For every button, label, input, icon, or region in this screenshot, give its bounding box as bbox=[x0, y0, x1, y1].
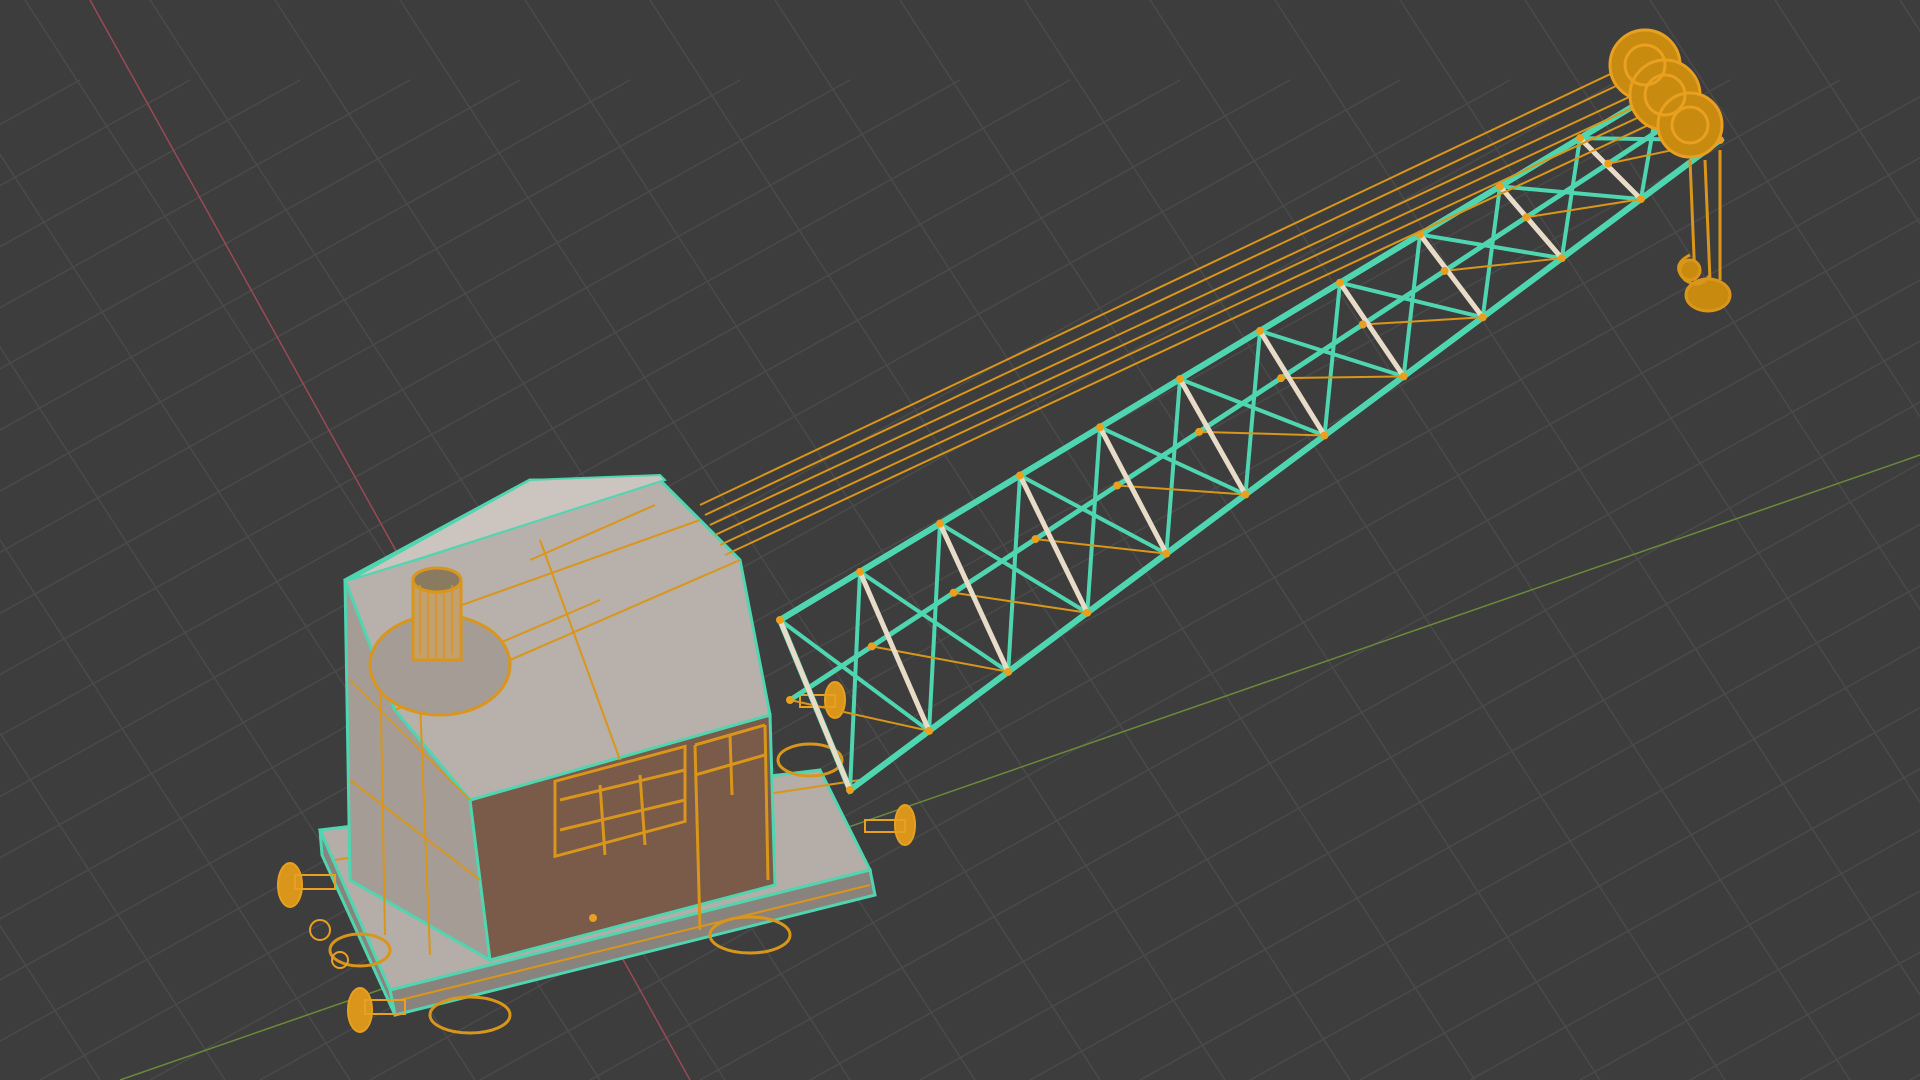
boom-diagonal bbox=[1164, 378, 1182, 554]
boom-vertex[interactable] bbox=[1004, 667, 1013, 676]
boom-vertex[interactable] bbox=[1440, 266, 1449, 275]
boom-diagonal bbox=[1243, 330, 1262, 495]
grid-line bbox=[0, 924, 101, 1080]
boom-diagonal bbox=[848, 571, 862, 791]
boom-vertex[interactable] bbox=[867, 642, 876, 651]
grid-line bbox=[1029, 584, 1920, 1080]
3d-viewport[interactable] bbox=[0, 0, 1920, 1080]
grid-line bbox=[1524, 0, 1920, 611]
boom-diagonal bbox=[1085, 427, 1102, 613]
boom-diagonal bbox=[1559, 137, 1582, 259]
boom-diagonal bbox=[1401, 234, 1422, 377]
boom-vertex[interactable] bbox=[1557, 254, 1566, 263]
boom-vertex[interactable] bbox=[1399, 372, 1408, 381]
grid-line bbox=[1899, 0, 1920, 33]
boom-vertex[interactable] bbox=[949, 588, 958, 597]
boom-vertex[interactable] bbox=[1176, 375, 1184, 384]
grid-line bbox=[1799, 1012, 1920, 1080]
boom-vertex[interactable] bbox=[1320, 431, 1329, 440]
boom-vertex[interactable] bbox=[1162, 549, 1171, 558]
grid-line bbox=[0, 79, 81, 126]
grid-line bbox=[0, 538, 351, 1080]
boom-vertex[interactable] bbox=[786, 696, 794, 704]
boom-vertex[interactable] bbox=[1096, 423, 1104, 432]
boom-vertex[interactable] bbox=[1576, 134, 1584, 143]
cab[interactable] bbox=[343, 473, 777, 963]
grid-line bbox=[1149, 0, 1851, 1080]
boom-diagonal bbox=[1280, 375, 1404, 380]
boom-vertex[interactable] bbox=[1083, 608, 1092, 617]
boom-vertex[interactable] bbox=[1016, 471, 1024, 480]
boom-vertex[interactable] bbox=[1604, 159, 1613, 168]
origin-dot-icon bbox=[589, 914, 597, 922]
boom-vertex[interactable] bbox=[1113, 481, 1122, 490]
boom-vertex[interactable] bbox=[925, 726, 934, 735]
grid-line bbox=[774, 0, 1476, 1080]
boom-vertex[interactable] bbox=[1276, 374, 1285, 383]
boom-vertex[interactable] bbox=[776, 616, 784, 624]
grid-line bbox=[1274, 0, 1920, 997]
grid-line bbox=[1774, 0, 1920, 226]
grid-line bbox=[1139, 645, 1920, 1080]
boom-diagonal bbox=[1006, 475, 1022, 672]
boom-vertex[interactable] bbox=[1358, 320, 1367, 329]
viewport-canvas[interactable] bbox=[0, 0, 1920, 1080]
grid-line bbox=[0, 79, 1511, 920]
boom-vertex[interactable] bbox=[1336, 278, 1344, 287]
floor-grid bbox=[0, 0, 1920, 1080]
boom-cables bbox=[699, 59, 1671, 556]
boom-vertex[interactable] bbox=[1195, 427, 1204, 436]
crane-mesh[interactable] bbox=[277, 28, 1732, 1035]
grid-line bbox=[899, 0, 1601, 1080]
grid-line bbox=[1399, 0, 1920, 804]
grid-line bbox=[1359, 768, 1920, 1080]
boom-vertex[interactable] bbox=[936, 519, 944, 528]
boom-diagonal bbox=[1362, 316, 1483, 326]
boom-vertex[interactable] bbox=[856, 567, 864, 576]
boom-vertex[interactable] bbox=[1256, 326, 1264, 335]
boom-diagonal bbox=[1480, 186, 1502, 318]
boom-vertex[interactable] bbox=[846, 786, 854, 794]
boom-vertex[interactable] bbox=[1522, 213, 1531, 222]
boom-vertex[interactable] bbox=[1636, 195, 1645, 204]
grid-line bbox=[1909, 1073, 1920, 1080]
boom-vertex[interactable] bbox=[1031, 535, 1040, 544]
grid-line bbox=[0, 79, 301, 248]
boom-vertex[interactable] bbox=[1241, 490, 1250, 499]
grid-line bbox=[1689, 951, 1920, 1080]
boom-vertex[interactable] bbox=[1478, 313, 1487, 322]
